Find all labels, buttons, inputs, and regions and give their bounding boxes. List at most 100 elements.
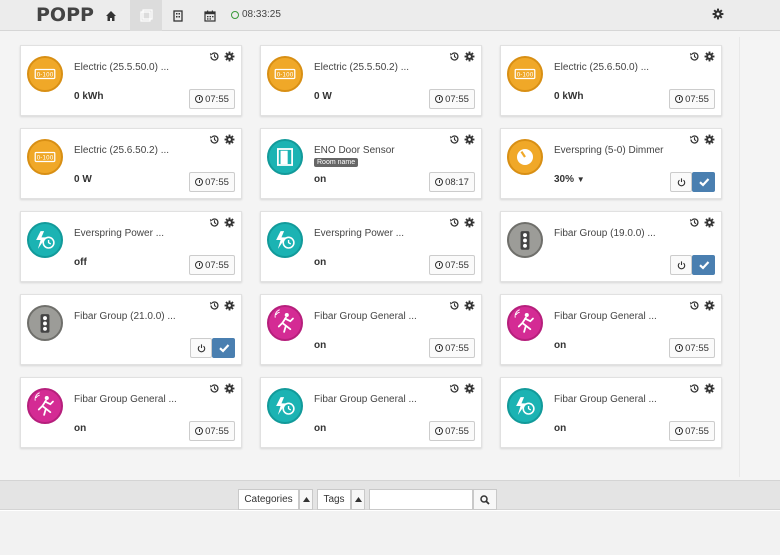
device-value: on — [314, 340, 327, 351]
history-icon[interactable] — [209, 298, 220, 309]
gear-icon[interactable] — [224, 132, 235, 143]
update-time-button[interactable]: 07:55 — [189, 255, 235, 275]
gear-icon[interactable] — [464, 132, 475, 143]
update-time: 07:55 — [445, 93, 469, 105]
update-time: 08:17 — [445, 176, 469, 188]
history-icon[interactable] — [689, 49, 700, 60]
meter-icon — [507, 56, 543, 92]
update-time-button[interactable]: 07:55 — [189, 421, 235, 441]
device-grid: Electric (25.5.50.0) ... 0 kWh 07:55 Ele… — [12, 37, 740, 477]
update-time: 07:55 — [445, 259, 469, 271]
history-icon[interactable] — [689, 381, 700, 392]
gear-icon[interactable] — [464, 49, 475, 60]
update-time-button[interactable]: 07:55 — [429, 89, 475, 109]
categories-button[interactable]: Categories — [238, 489, 299, 510]
dimmer-icon — [507, 139, 543, 175]
device-title: Fibar Group General ... — [74, 394, 177, 405]
device-card: Electric (25.6.50.0) ... 0 kWh 07:55 — [500, 45, 722, 116]
history-icon[interactable] — [449, 381, 460, 392]
history-icon[interactable] — [209, 49, 220, 60]
off-button[interactable] — [670, 172, 692, 192]
on-button[interactable] — [692, 172, 715, 192]
gear-icon[interactable] — [224, 49, 235, 60]
power-icon — [196, 343, 207, 354]
device-title: Electric (25.5.50.2) ... — [314, 62, 410, 73]
tags-button[interactable]: Tags — [317, 489, 351, 510]
elements-icon — [139, 9, 153, 22]
update-time: 07:55 — [685, 93, 709, 105]
gear-icon[interactable] — [224, 215, 235, 226]
search-icon — [480, 494, 490, 505]
update-time-button[interactable]: 07:55 — [669, 338, 715, 358]
gear-icon[interactable] — [464, 215, 475, 226]
update-time-button[interactable]: 08:17 — [429, 172, 475, 192]
gear-icon[interactable] — [224, 298, 235, 309]
meter-icon — [27, 139, 63, 175]
device-card: Fibar Group (19.0.0) ... — [500, 211, 722, 282]
gear-icon[interactable] — [704, 49, 715, 60]
dimmer-level-dropdown[interactable]: 30% ▼ — [554, 174, 585, 185]
device-value: 0 W — [314, 91, 332, 102]
update-time-button[interactable]: 07:55 — [429, 255, 475, 275]
gear-icon[interactable] — [464, 381, 475, 392]
categories-toggle[interactable] — [299, 489, 313, 510]
on-button[interactable] — [212, 338, 235, 358]
update-time: 07:55 — [685, 425, 709, 437]
clock: 08:33:25 — [231, 9, 281, 20]
check-icon — [698, 176, 710, 188]
filter-bar: Categories Tags — [0, 480, 780, 510]
gear-icon[interactable] — [224, 381, 235, 392]
room-tooltip: Room name — [314, 158, 359, 167]
clock-icon — [435, 427, 444, 435]
update-time: 07:55 — [205, 176, 229, 188]
gear-icon[interactable] — [704, 132, 715, 143]
device-card: Fibar Group General ... on 07:55 — [20, 377, 242, 448]
events-button[interactable] — [194, 0, 226, 31]
gear-icon[interactable] — [704, 215, 715, 226]
history-icon[interactable] — [449, 132, 460, 143]
history-icon[interactable] — [449, 49, 460, 60]
home-button[interactable] — [95, 0, 127, 31]
elements-button[interactable] — [130, 0, 162, 31]
update-time: 07:55 — [685, 342, 709, 354]
calendar-icon — [204, 10, 216, 22]
clock-icon — [195, 261, 204, 269]
history-icon[interactable] — [449, 298, 460, 309]
history-icon[interactable] — [209, 132, 220, 143]
update-time-button[interactable]: 07:55 — [669, 89, 715, 109]
history-icon[interactable] — [689, 215, 700, 226]
device-card: Everspring (5-0) Dimmer 30% ▼ — [500, 128, 722, 199]
search-input[interactable] — [369, 489, 473, 510]
on-button[interactable] — [692, 255, 715, 275]
history-icon[interactable] — [209, 215, 220, 226]
device-title: Fibar Group General ... — [314, 311, 417, 322]
tags-toggle[interactable] — [351, 489, 365, 510]
device-title: Fibar Group General ... — [314, 394, 417, 405]
gear-icon[interactable] — [704, 381, 715, 392]
rooms-button[interactable] — [162, 0, 194, 31]
history-icon[interactable] — [449, 215, 460, 226]
off-button[interactable] — [670, 255, 692, 275]
history-icon[interactable] — [689, 132, 700, 143]
traffic-light-icon — [27, 305, 63, 341]
update-time-button[interactable]: 07:55 — [429, 421, 475, 441]
update-time-button[interactable]: 07:55 — [189, 172, 235, 192]
history-icon[interactable] — [209, 381, 220, 392]
device-value: on — [314, 174, 327, 185]
update-time: 07:55 — [205, 93, 229, 105]
settings-button[interactable] — [712, 7, 724, 25]
power-clock-icon — [27, 222, 63, 258]
gear-icon[interactable] — [464, 298, 475, 309]
device-card: Fibar Group General ... on 07:55 — [500, 377, 722, 448]
off-button[interactable] — [190, 338, 212, 358]
gear-icon[interactable] — [704, 298, 715, 309]
update-time-button[interactable]: 07:55 — [669, 421, 715, 441]
update-time-button[interactable]: 07:55 — [429, 338, 475, 358]
device-title: Electric (25.5.50.0) ... — [74, 62, 170, 73]
search-button[interactable] — [473, 489, 497, 510]
history-icon[interactable] — [689, 298, 700, 309]
device-card: ENO Door Sensor Room name on 08:17 — [260, 128, 482, 199]
update-time-button[interactable]: 07:55 — [189, 89, 235, 109]
device-value: 0 kWh — [554, 91, 584, 102]
device-card: Fibar Group General ... on 07:55 — [500, 294, 722, 365]
